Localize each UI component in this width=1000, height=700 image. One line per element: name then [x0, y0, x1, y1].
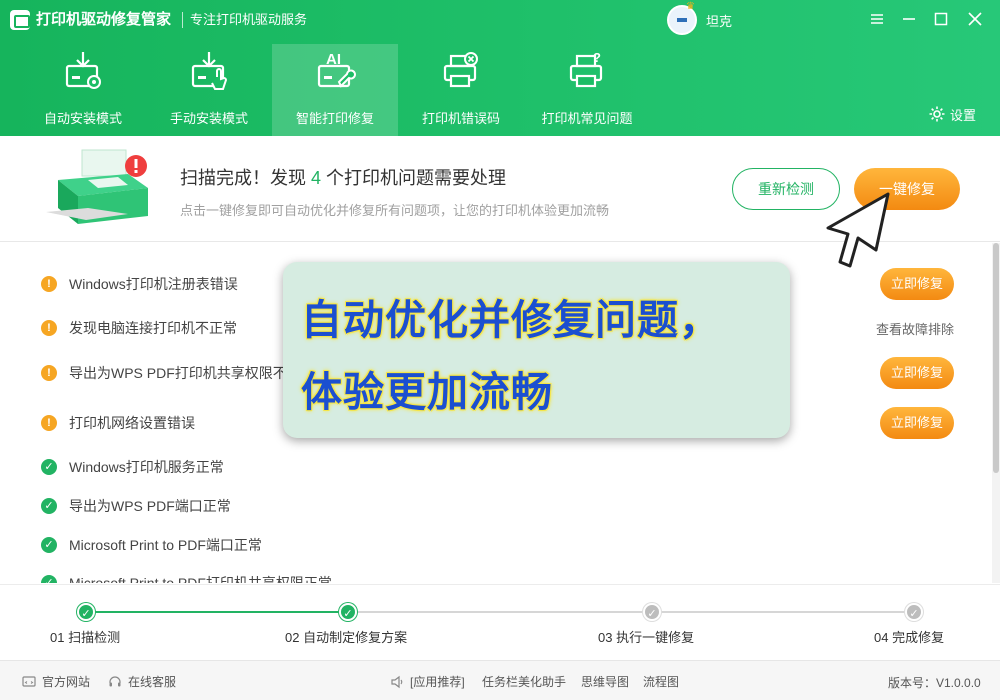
- step-1-check-icon: ✓: [77, 603, 95, 621]
- app-logo-icon: [10, 10, 30, 30]
- promo-overlay: 自动优化并修复问题， 体验更加流畅: [283, 262, 790, 438]
- step-line-done: [86, 611, 348, 613]
- overlay-line-2: 体验更加流畅: [301, 369, 553, 415]
- nav-label: 打印机常见问题: [541, 111, 633, 126]
- settings-label: 设置: [950, 107, 977, 123]
- online-support-link[interactable]: 在线客服: [108, 673, 176, 690]
- status-footer: 官方网站 在线客服 [应用推荐] 任务栏美化助手 思维导图 流程图 版本号：V1…: [0, 660, 1000, 700]
- issue-label: Windows打印机服务正常: [69, 459, 224, 475]
- minimize-button[interactable]: [898, 8, 920, 30]
- list-item: ✓ Microsoft Print to PDF打印机共享权限正常: [0, 563, 992, 583]
- warning-icon: !: [41, 365, 57, 381]
- title-bar: 打印机驱动修复管家 专注打印机驱动服务 ♛ 坦克: [0, 0, 1000, 40]
- summary-description: 点击一键修复即可自动优化并修复所有问题项，让您的打印机体验更加流畅: [180, 203, 610, 218]
- speaker-icon: [391, 675, 403, 688]
- fix-now-button[interactable]: 立即修复: [880, 268, 954, 300]
- title-separator: [182, 12, 183, 28]
- printer-illustration: [46, 149, 148, 224]
- check-icon: ✓: [41, 537, 57, 553]
- progress-steps: ✓ ✓ ✓ ✓ 01 扫描检测 02 自动制定修复方案 03 执行一键修复 04…: [0, 584, 1000, 660]
- check-icon: ✓: [41, 459, 57, 475]
- issue-label: Microsoft Print to PDF端口正常: [69, 537, 262, 553]
- list-item: ✓ Windows打印机服务正常: [0, 447, 992, 487]
- version-label: 版本号：V1.0.0.0: [888, 676, 981, 690]
- list-item: ✓ Microsoft Print to PDF端口正常: [0, 525, 992, 565]
- app-title: 打印机驱动修复管家: [36, 11, 172, 28]
- app-subtitle: 专注打印机驱动服务: [190, 12, 308, 27]
- manual-install-icon: [191, 52, 228, 90]
- printer-faq-icon: ?: [569, 50, 603, 88]
- summary-title: 扫描完成！发现 4 个打印机问题需要处理: [180, 164, 506, 190]
- step-label-4: 04 完成修复: [874, 630, 945, 645]
- nav-label: 自动安装模式: [43, 111, 122, 126]
- nav-label: 手动安装模式: [169, 111, 248, 126]
- settings-button[interactable]: 设置: [928, 104, 976, 124]
- step-2-check-icon: ✓: [339, 603, 357, 621]
- nav-label: 打印机错误码: [421, 111, 500, 126]
- warning-icon: !: [41, 320, 57, 336]
- taskbar-helper-link[interactable]: 任务栏美化助手: [482, 673, 566, 690]
- headset-icon: [109, 675, 121, 686]
- fix-now-button[interactable]: 立即修复: [880, 357, 954, 389]
- svg-text:?: ?: [593, 50, 601, 65]
- warning-icon: !: [41, 276, 57, 292]
- warning-icon: !: [41, 415, 57, 431]
- username[interactable]: 坦克: [706, 11, 732, 30]
- list-item: ✓ 导出为WPS PDF端口正常: [0, 486, 992, 526]
- official-website-link[interactable]: 官方网站: [22, 673, 90, 690]
- issue-count: 4: [311, 168, 322, 188]
- step-label-3: 03 执行一键修复: [598, 630, 695, 645]
- flowchart-link[interactable]: 流程图: [643, 673, 679, 690]
- step-4-check-icon: ✓: [905, 603, 923, 621]
- nav-error-codes[interactable]: 打印机错误码: [398, 44, 524, 136]
- step-line-pending: [348, 611, 914, 613]
- issue-label: Microsoft Print to PDF打印机共享权限正常: [69, 575, 332, 583]
- scrollbar-thumb[interactable]: [993, 243, 999, 473]
- menu-icon[interactable]: [866, 8, 888, 30]
- issue-label: 导出为WPS PDF端口正常: [69, 498, 231, 514]
- step-label-1: 01 扫描检测: [50, 630, 121, 645]
- issue-label: Windows打印机注册表错误: [69, 276, 238, 292]
- nav-faq[interactable]: ? 打印机常见问题: [524, 44, 650, 136]
- issue-label: 导出为WPS PDF打印机共享权限不正: [69, 365, 301, 381]
- vip-crown-icon: ♛: [686, 1, 695, 12]
- close-button[interactable]: [964, 8, 986, 30]
- app-recommend: [应用推荐]: [390, 673, 465, 690]
- online-support-label: 在线客服: [128, 675, 177, 689]
- fix-now-button[interactable]: 立即修复: [880, 407, 954, 439]
- ai-repair-icon: AI: [317, 51, 356, 88]
- gear-icon: [929, 106, 945, 122]
- printer-error-icon: [443, 52, 478, 88]
- app-recommend-label: [应用推荐]: [410, 675, 465, 689]
- pointer-cursor-icon: [826, 192, 890, 268]
- website-icon: [22, 675, 36, 687]
- check-icon: ✓: [41, 575, 57, 583]
- auto-install-icon: [65, 52, 101, 89]
- main-nav: 自动安装模式 手动安装模式 AI 智能打印修复 打印机错误码 ? 打印机常见问题: [20, 44, 650, 136]
- step-3-check-icon: ✓: [643, 603, 661, 621]
- maximize-button[interactable]: [930, 8, 952, 30]
- nav-manual-install[interactable]: 手动安装模式: [146, 44, 272, 136]
- summary-title-suffix: 个打印机问题需要处理: [321, 168, 507, 188]
- nav-smart-repair[interactable]: AI 智能打印修复: [272, 44, 398, 136]
- summary-title-prefix: 扫描完成！发现: [180, 168, 312, 188]
- mindmap-link[interactable]: 思维导图: [581, 673, 629, 690]
- nav-label: 智能打印修复: [295, 111, 374, 126]
- check-icon: ✓: [41, 498, 57, 514]
- step-label-2: 02 自动制定修复方案: [285, 630, 408, 645]
- issue-label: 发现电脑连接打印机不正常: [69, 320, 237, 336]
- issue-label: 打印机网络设置错误: [69, 415, 195, 431]
- official-website-label: 官方网站: [42, 675, 91, 689]
- app-header: 打印机驱动修复管家 专注打印机驱动服务 ♛ 坦克 自动安装模式 手动安装模式 A…: [0, 0, 1000, 136]
- list-scrollbar[interactable]: [992, 243, 1000, 583]
- overlay-line-1: 自动优化并修复问题，: [301, 297, 721, 343]
- troubleshoot-link[interactable]: 查看故障排除: [876, 319, 954, 338]
- nav-auto-install[interactable]: 自动安装模式: [20, 44, 146, 136]
